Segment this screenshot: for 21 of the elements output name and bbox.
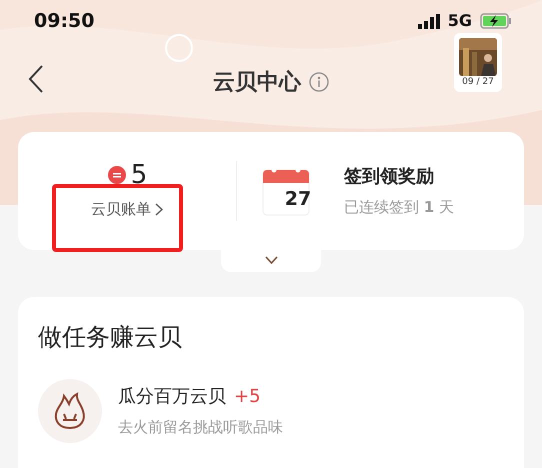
signal-icon — [418, 14, 440, 28]
coin-icon — [106, 164, 127, 185]
back-icon[interactable] — [28, 64, 44, 94]
status-time: 09:50 — [34, 8, 94, 34]
task-section-title: 做任务赚云贝 — [38, 322, 183, 353]
calendar-date: 09 / 27 — [461, 76, 495, 89]
chevron-down-icon — [264, 256, 278, 264]
task-title: 瓜分百万云贝 — [118, 385, 226, 410]
network-label: 5G — [448, 10, 472, 32]
info-icon[interactable] — [309, 72, 329, 92]
balance-amount: 5 — [130, 162, 148, 188]
checkin-streak: 已连续签到 1 天 — [344, 197, 454, 218]
task-subtitle: 去火前留名挑战听歌品味 — [118, 417, 283, 438]
bill-link[interactable]: 云贝账单 — [91, 198, 163, 220]
task-reward: +5 — [234, 385, 261, 410]
page-title: 云贝中心 — [213, 68, 301, 96]
flame-icon — [53, 392, 87, 430]
calendar-day: 27 — [274, 184, 322, 214]
chevron-right-icon — [155, 202, 163, 216]
checkin-title[interactable]: 签到领奖励 — [344, 163, 454, 190]
calendar-thumbnail[interactable]: 09 / 27 — [454, 33, 502, 92]
